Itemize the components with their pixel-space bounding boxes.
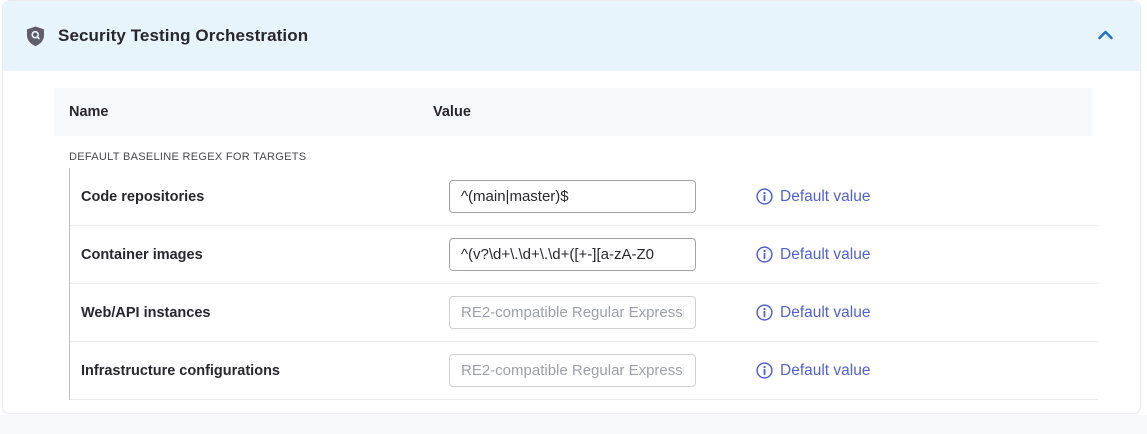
table-row: Infrastructure configurations Default va… bbox=[70, 342, 1098, 400]
row-label-infrastructure-configurations: Infrastructure configurations bbox=[81, 363, 449, 379]
row-label-code-repositories: Code repositories bbox=[81, 189, 449, 205]
default-value-link[interactable]: Default value bbox=[756, 246, 870, 264]
table-row: Code repositories Default value bbox=[70, 168, 1098, 226]
info-icon[interactable] bbox=[756, 188, 773, 205]
web-api-instances-regex-input[interactable] bbox=[449, 296, 696, 329]
container-images-regex-input[interactable] bbox=[449, 238, 696, 271]
default-value-label: Default value bbox=[780, 304, 870, 322]
panel-header: Security Testing Orchestration bbox=[3, 1, 1140, 71]
default-value-link[interactable]: Default value bbox=[756, 304, 870, 322]
info-icon[interactable] bbox=[756, 246, 773, 263]
default-value-link[interactable]: Default value bbox=[756, 188, 870, 206]
column-header-name: Name bbox=[54, 104, 433, 120]
shield-scan-icon bbox=[25, 25, 45, 47]
default-value-label: Default value bbox=[780, 188, 870, 206]
column-header-value: Value bbox=[433, 104, 471, 120]
page-background-strip bbox=[0, 415, 1147, 434]
row-label-web-api-instances: Web/API instances bbox=[81, 305, 449, 321]
code-repositories-regex-input[interactable] bbox=[449, 180, 696, 213]
panel-title: Security Testing Orchestration bbox=[58, 26, 308, 46]
regex-rows-group: Code repositories Default value Containe… bbox=[69, 168, 1098, 400]
default-value-label: Default value bbox=[780, 362, 870, 380]
infrastructure-configurations-regex-input[interactable] bbox=[449, 354, 696, 387]
default-value-link[interactable]: Default value bbox=[756, 362, 870, 380]
chevron-up-icon bbox=[1097, 29, 1114, 44]
table-row: Web/API instances Default value bbox=[70, 284, 1098, 342]
table-header-row: Name Value bbox=[54, 88, 1092, 136]
default-value-label: Default value bbox=[780, 246, 870, 264]
table-row: Container images Default value bbox=[70, 226, 1098, 284]
row-label-container-images: Container images bbox=[81, 247, 449, 263]
collapse-section-button[interactable] bbox=[1093, 25, 1118, 48]
security-testing-orchestration-panel: Security Testing Orchestration Name Valu… bbox=[2, 0, 1141, 414]
panel-content: Name Value DEFAULT BASELINE REGEX FOR TA… bbox=[3, 71, 1140, 400]
info-icon[interactable] bbox=[756, 362, 773, 379]
section-label: DEFAULT BASELINE REGEX FOR TARGETS bbox=[54, 136, 1140, 168]
info-icon[interactable] bbox=[756, 304, 773, 321]
